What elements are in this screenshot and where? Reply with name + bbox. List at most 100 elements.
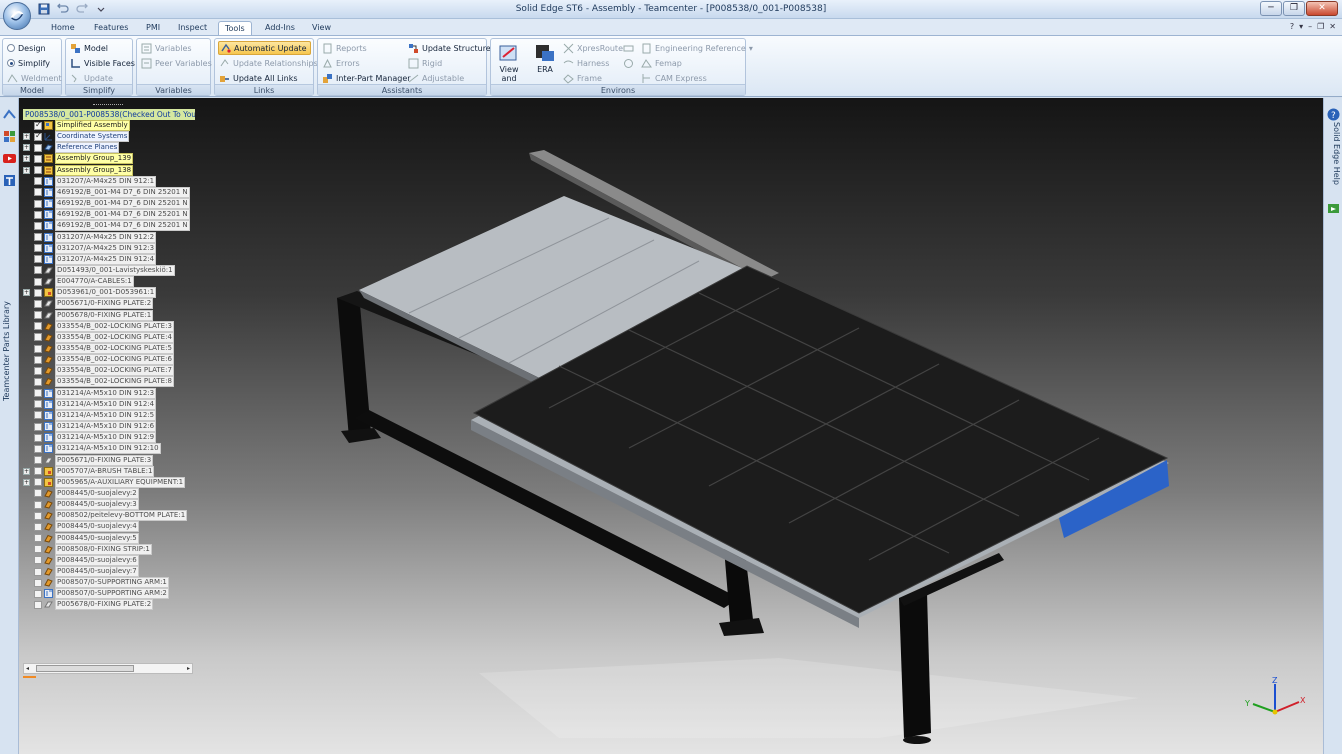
tree-item[interactable]: + Assembly Group_138 xyxy=(23,164,134,176)
minimize-button[interactable]: ─ xyxy=(1260,1,1282,16)
tab-inspect[interactable]: Inspect xyxy=(172,21,213,35)
tree-item[interactable]: 031207/A-M4x25 DIN 912:2 xyxy=(23,231,157,243)
visibility-checkbox[interactable] xyxy=(34,400,42,409)
visibility-checkbox[interactable] xyxy=(34,299,42,308)
tree-item[interactable]: 031207/A-M4x25 DIN 912:1 xyxy=(23,175,157,187)
visibility-checkbox[interactable] xyxy=(34,389,42,398)
visibility-checkbox[interactable] xyxy=(34,578,42,587)
tab-tools[interactable]: Tools xyxy=(218,21,252,35)
tree-item[interactable]: 469192/B_001-M4 D7_6 DIN 25201 N xyxy=(23,186,190,198)
peer-variables-button[interactable]: Peer Variables xyxy=(141,56,212,70)
expand-icon[interactable]: + xyxy=(23,144,30,152)
teamcenter-parts-library-label[interactable]: Teamcenter Parts Library xyxy=(2,291,16,401)
visibility-checkbox[interactable] xyxy=(34,377,42,386)
help-tab[interactable]: ? xyxy=(1327,108,1340,121)
tree-item[interactable]: P005671/0-FIXING PLATE:3 xyxy=(23,454,154,466)
tree-item[interactable]: 031214/A-M5x10 DIN 912:9 xyxy=(23,432,157,444)
visibility-checkbox[interactable] xyxy=(34,154,42,163)
simplify-update-button[interactable]: Update xyxy=(70,71,113,85)
tree-item[interactable]: 033554/B_002-LOCKING PLATE:6 xyxy=(23,354,174,366)
visibility-checkbox[interactable] xyxy=(34,589,42,598)
tree-item[interactable]: P008445/0-suojalevy:3 xyxy=(23,499,139,511)
doc-close-icon[interactable]: ✕ xyxy=(1329,22,1336,31)
expand-icon[interactable]: + xyxy=(23,289,30,297)
visibility-checkbox[interactable] xyxy=(34,511,42,520)
tree-item[interactable]: 031214/A-M5x10 DIN 912:6 xyxy=(23,421,157,433)
tree-horizontal-scrollbar[interactable]: ◂ ▸ xyxy=(23,663,193,674)
tree-item[interactable]: P008445/0-suojalevy:4 xyxy=(23,521,139,533)
visibility-checkbox[interactable] xyxy=(34,600,42,609)
visibility-checkbox[interactable] xyxy=(34,177,42,186)
visibility-checkbox[interactable] xyxy=(34,500,42,509)
tree-item[interactable]: 031214/A-M5x10 DIN 912:3 xyxy=(23,387,157,399)
tree-item[interactable]: P008507/0-SUPPORTING ARM:2 xyxy=(23,588,169,600)
visibility-checkbox[interactable] xyxy=(34,433,42,442)
simplify-model-button[interactable]: Model xyxy=(70,41,108,55)
xpresroute-button[interactable]: XpresRoute xyxy=(563,41,623,55)
tree-item[interactable]: 031214/A-M5x10 DIN 912:10 xyxy=(23,443,161,455)
tab-add-ins[interactable]: Add-Ins xyxy=(259,21,301,35)
ribbon-minimize-icon[interactable]: ▾ xyxy=(1299,22,1303,31)
expand-icon[interactable]: + xyxy=(23,166,30,174)
visibility-checkbox[interactable] xyxy=(34,567,42,576)
tree-item[interactable]: + P005965/A-AUXILIARY EQUIPMENT:1 xyxy=(23,476,186,488)
tree-item[interactable]: + Assembly Group_139 xyxy=(23,153,134,165)
visibility-checkbox[interactable] xyxy=(34,166,42,175)
visibility-checkbox[interactable] xyxy=(34,467,42,476)
tree-item[interactable]: 033554/B_002-LOCKING PLATE:7 xyxy=(23,365,174,377)
update-relationships-button[interactable]: Update Relationships xyxy=(219,56,318,70)
expand-icon[interactable]: + xyxy=(23,467,30,475)
tree-item[interactable]: 031207/A-M4x25 DIN 912:3 xyxy=(23,242,157,254)
tree-item[interactable]: + Coordinate Systems xyxy=(23,131,130,143)
visibility-checkbox[interactable] xyxy=(34,478,42,487)
tree-item[interactable]: P005671/0-FIXING PLATE:2 xyxy=(23,298,154,310)
view-orientation-triad[interactable]: Z X Y xyxy=(1239,676,1309,722)
tree-item[interactable]: 031214/A-M5x10 DIN 912:4 xyxy=(23,398,157,410)
visibility-checkbox[interactable] xyxy=(34,277,42,286)
femap-button[interactable]: Femap xyxy=(641,56,682,70)
tree-item[interactable]: P008445/0-suojalevy:7 xyxy=(23,566,139,577)
tree-item[interactable]: P005678/0-FIXING PLATE:2 xyxy=(23,599,154,611)
tree-root-node[interactable]: P008538/0_001-P008538(Checked Out To You… xyxy=(23,109,195,120)
tab-pmi[interactable]: PMI xyxy=(140,21,166,35)
tree-item[interactable]: P008508/0-FIXING STRIP:1 xyxy=(23,543,152,555)
tree-item[interactable]: 033554/B_002-LOCKING PLATE:8 xyxy=(23,376,174,388)
reports-button[interactable]: Reports xyxy=(322,41,367,55)
visibility-checkbox[interactable] xyxy=(34,522,42,531)
inter-part-manager-button[interactable]: Inter-Part Manager xyxy=(322,71,411,85)
rigid-button[interactable]: Rigid xyxy=(408,56,442,70)
tree-item[interactable]: 469192/B_001-M4 D7_6 DIN 25201 N xyxy=(23,209,190,221)
tree-item[interactable]: P005678/0-FIXING PLATE:1 xyxy=(23,309,154,321)
tree-item[interactable]: E004770/A-CABLES:1 xyxy=(23,276,134,288)
visibility-checkbox[interactable] xyxy=(34,244,42,253)
visibility-checkbox[interactable] xyxy=(34,366,42,375)
tree-item[interactable]: 031207/A-M4x25 DIN 912:4 xyxy=(23,253,157,265)
visibility-checkbox[interactable] xyxy=(34,255,42,264)
visibility-checkbox[interactable] xyxy=(34,556,42,565)
cam-express-button[interactable]: CAM Express xyxy=(641,71,707,85)
visibility-checkbox[interactable] xyxy=(34,210,42,219)
visibility-checkbox[interactable] xyxy=(34,422,42,431)
scroll-thumb[interactable] xyxy=(36,665,134,672)
solid-edge-help-label[interactable]: Solid Edge Help xyxy=(1327,122,1341,185)
tab-features[interactable]: Features xyxy=(88,21,134,35)
tree-item[interactable]: P008502/peitelevy-BOTTOM PLATE:1 xyxy=(23,510,188,522)
youtube-tab[interactable] xyxy=(3,152,16,165)
visibility-checkbox[interactable] xyxy=(34,333,42,342)
tree-item[interactable]: P008445/0-suojalevy:6 xyxy=(23,554,139,566)
update-structure-button[interactable]: Update Structure xyxy=(408,41,491,55)
close-button[interactable]: ✕ xyxy=(1306,1,1338,16)
harness-button[interactable]: Harness xyxy=(563,56,609,70)
visibility-checkbox[interactable] xyxy=(34,545,42,554)
visibility-checkbox[interactable] xyxy=(34,143,42,152)
tree-item[interactable]: 469192/B_001-M4 D7_6 DIN 25201 N xyxy=(23,198,190,210)
parts-library-tab[interactable] xyxy=(3,130,16,143)
application-button[interactable] xyxy=(3,2,31,30)
simplify-radio[interactable]: Simplify xyxy=(7,56,50,70)
tree-item[interactable]: P008445/0-suojalevy:5 xyxy=(23,532,139,544)
visibility-checkbox[interactable] xyxy=(34,344,42,353)
tree-item[interactable]: Simplified Assembly xyxy=(23,120,130,131)
expand-icon[interactable]: + xyxy=(23,478,30,486)
doc-minimize-icon[interactable]: – xyxy=(1308,22,1312,31)
visibility-checkbox[interactable] xyxy=(34,120,42,130)
